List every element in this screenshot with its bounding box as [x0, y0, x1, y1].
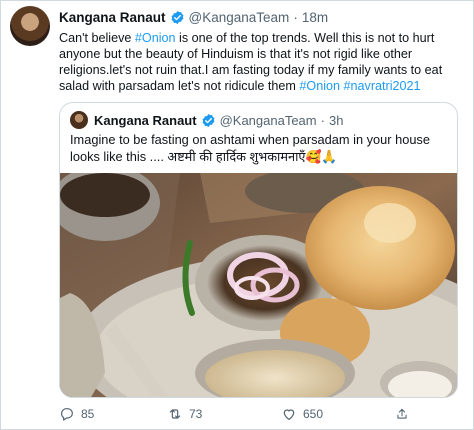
share-button[interactable] [395, 406, 415, 422]
quoted-author-name[interactable]: Kangana Ranaut [94, 113, 197, 128]
tweet-actions: 85 73 650 [59, 405, 469, 423]
avatar[interactable] [10, 6, 50, 46]
retweet-count: 73 [189, 407, 203, 421]
hashtag-link[interactable]: #Onion [299, 79, 340, 93]
tweet-text-part: Can't believe [59, 31, 135, 45]
verified-badge-icon [202, 113, 215, 127]
separator-dot: · [320, 112, 325, 128]
quoted-author-handle[interactable]: @KanganaTeam [220, 113, 317, 128]
reply-button[interactable]: 85 [59, 406, 167, 422]
tweet-timestamp[interactable]: 18m [302, 10, 328, 25]
hashtag-link[interactable]: #Onion [135, 31, 176, 45]
reply-count: 85 [81, 407, 95, 421]
separator-dot: · [293, 9, 298, 25]
like-count: 650 [303, 407, 324, 421]
quoted-header: Kangana Ranaut @KanganaTeam · 3h [94, 112, 343, 128]
hashtag-link[interactable]: #navratri2021 [344, 79, 421, 93]
reply-icon [61, 408, 73, 421]
verified-badge-icon [171, 10, 183, 24]
author-name[interactable]: Kangana Ranaut [59, 10, 166, 25]
quoted-avatar[interactable] [70, 111, 88, 129]
share-icon [397, 408, 407, 419]
quoted-timestamp[interactable]: 3h [329, 113, 343, 128]
retweet-icon [169, 409, 181, 419]
quoted-text: Imagine to be fasting on ashtami when pa… [70, 132, 430, 164]
tweet-card[interactable]: Kangana Ranaut @KanganaTeam · 18m Can't … [0, 0, 474, 430]
like-icon [283, 409, 295, 420]
tweet-header: Kangana Ranaut @KanganaTeam · 18m [59, 8, 328, 26]
like-button[interactable]: 650 [281, 406, 395, 422]
retweet-button[interactable]: 73 [167, 406, 281, 422]
quoted-tweet[interactable]: Kangana Ranaut @KanganaTeam · 3h Imagine… [59, 102, 458, 398]
food-photo[interactable] [60, 173, 458, 398]
author-handle[interactable]: @KanganaTeam [189, 10, 290, 25]
tweet-text: Can't believe #Onion is one of the top t… [59, 30, 464, 94]
